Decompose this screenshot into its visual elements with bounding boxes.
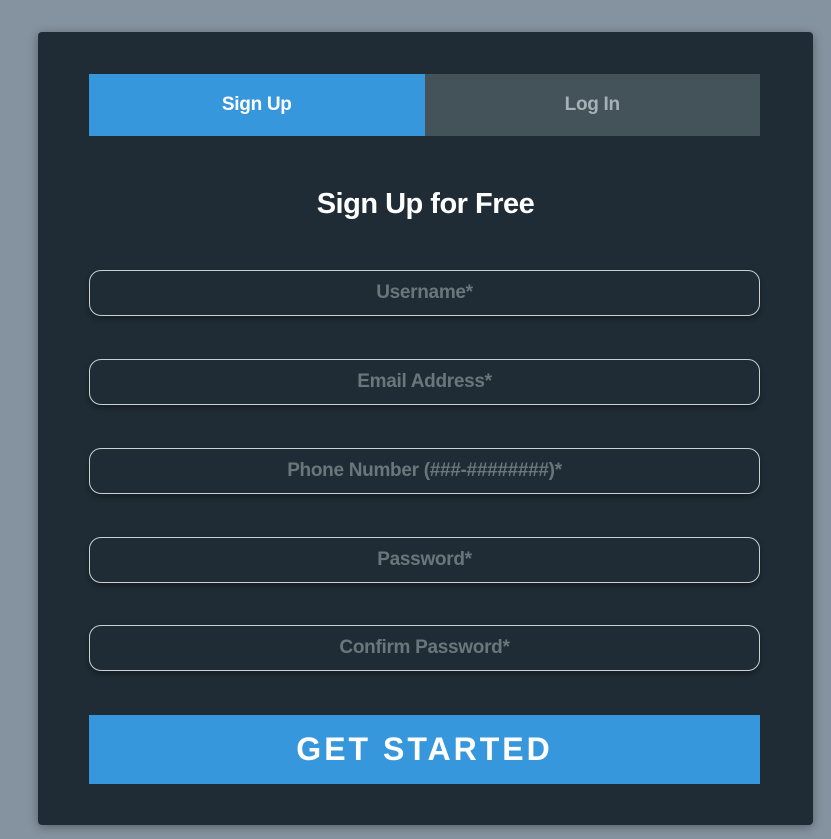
signup-card: Sign Up Log In Sign Up for Free GET STAR… bbox=[38, 32, 813, 825]
phone-field-wrapper bbox=[89, 448, 760, 494]
username-field-wrapper bbox=[89, 270, 760, 316]
username-input[interactable] bbox=[90, 271, 759, 315]
email-input[interactable] bbox=[90, 360, 759, 404]
password-input[interactable] bbox=[90, 538, 759, 582]
phone-input[interactable] bbox=[90, 449, 759, 493]
auth-tabs: Sign Up Log In bbox=[89, 74, 760, 136]
confirm-password-field-wrapper bbox=[89, 625, 760, 671]
password-field-wrapper bbox=[89, 537, 760, 583]
get-started-button[interactable]: GET STARTED bbox=[89, 715, 760, 784]
tab-sign-up[interactable]: Sign Up bbox=[89, 74, 425, 136]
email-field-wrapper bbox=[89, 359, 760, 405]
tab-log-in[interactable]: Log In bbox=[424, 74, 760, 136]
confirm-password-input[interactable] bbox=[90, 626, 759, 670]
form-title: Sign Up for Free bbox=[316, 188, 535, 220]
